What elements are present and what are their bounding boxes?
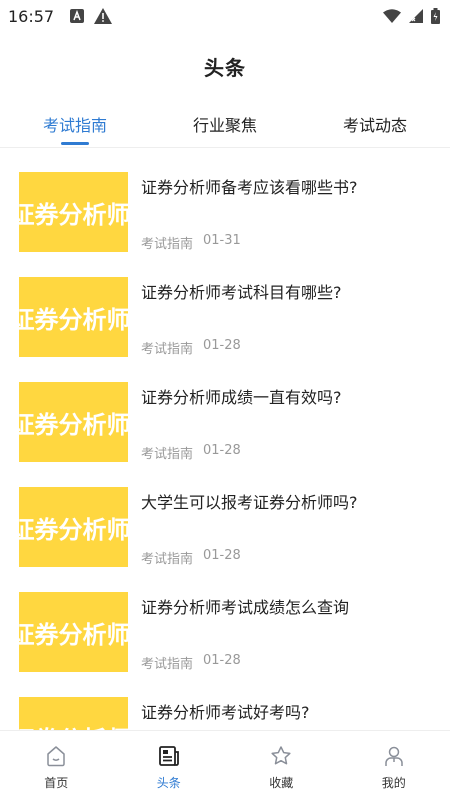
article-category: 考试指南 <box>141 342 194 357</box>
article-item[interactable]: 证券分析师 证券分析师成绩一直有效吗? 考试指南 01-28 <box>0 370 450 475</box>
wifi-icon <box>383 9 401 23</box>
star-icon <box>269 744 293 768</box>
article-date: 01-28 <box>203 653 241 668</box>
article-title: 大学生可以报考证券分析师吗? <box>141 493 358 512</box>
article-category: 考试指南 <box>141 657 194 672</box>
tab-label: 考试指南 <box>42 115 107 135</box>
home-icon <box>44 744 68 768</box>
article-category: 考试指南 <box>141 237 194 252</box>
tab-exam-guide[interactable]: 考试指南 <box>0 100 150 147</box>
article-title: 证券分析师考试科目有哪些? <box>141 283 342 302</box>
signal-icon <box>409 9 423 23</box>
thumbnail-text: 证券分析师 <box>19 720 128 731</box>
article-meta: 考试指南 01-28 <box>141 443 241 462</box>
article-date: 01-28 <box>203 338 241 353</box>
page-title: 头条 <box>204 55 246 80</box>
article-title: 证券分析师考试好考吗? <box>141 703 310 722</box>
nav-label: 首页 <box>44 776 69 790</box>
article-thumbnail: 证券分析师 <box>19 172 128 252</box>
article-category: 考试指南 <box>141 447 194 462</box>
article-item[interactable]: 证券分析师 大学生可以报考证券分析师吗? 考试指南 01-28 <box>0 475 450 580</box>
nav-label: 头条 <box>156 776 181 790</box>
font-a-icon <box>70 9 85 23</box>
article-thumbnail: 证券分析师 <box>19 277 128 357</box>
nav-home[interactable]: 首页 <box>0 731 113 800</box>
article-title: 证券分析师备考应该看哪些书? <box>141 178 358 197</box>
nav-profile[interactable]: 我的 <box>338 731 450 800</box>
thumbnail-text: 证券分析师 <box>19 200 128 229</box>
article-meta: 考试指南 01-31 <box>141 233 241 252</box>
article-thumbnail: 证券分析师 <box>19 697 128 730</box>
article-title: 证券分析师考试成绩怎么查询 <box>141 598 350 617</box>
status-time: 16:57 <box>8 6 55 26</box>
tab-industry-focus[interactable]: 行业聚焦 <box>150 100 300 147</box>
thumbnail-text: 证券分析师 <box>19 305 128 334</box>
article-category: 考试指南 <box>141 552 194 567</box>
user-icon <box>382 744 406 768</box>
news-icon <box>157 744 181 768</box>
article-meta: 考试指南 01-28 <box>141 548 241 567</box>
article-date: 01-31 <box>203 233 241 248</box>
tab-label: 行业聚焦 <box>192 115 257 135</box>
app-header: 头条 <box>0 32 450 100</box>
article-title: 证券分析师成绩一直有效吗? <box>141 388 342 407</box>
tab-exam-news[interactable]: 考试动态 <box>300 100 450 147</box>
article-item[interactable]: 证券分析师 证券分析师备考应该看哪些书? 考试指南 01-31 <box>0 160 450 265</box>
warning-icon <box>94 8 113 24</box>
article-date: 01-28 <box>203 443 241 458</box>
article-item[interactable]: 证券分析师 证券分析师考试科目有哪些? 考试指南 01-28 <box>0 265 450 370</box>
article-list[interactable]: 证券分析师 证券分析师备考应该看哪些书? 考试指南 01-31 证券分析师 证券… <box>0 160 450 730</box>
thumbnail-text: 证券分析师 <box>19 620 128 649</box>
tab-label: 考试动态 <box>342 115 407 135</box>
category-tabs: 考试指南 行业聚焦 考试动态 <box>0 100 450 148</box>
bottom-nav: 首页 头条 收藏 我的 <box>0 730 450 800</box>
nav-label: 收藏 <box>269 776 294 790</box>
article-meta: 考试指南 01-28 <box>141 338 241 357</box>
article-item[interactable]: 证券分析师 证券分析师考试成绩怎么查询 考试指南 01-28 <box>0 580 450 685</box>
status-bar: 16:57 <box>0 0 450 32</box>
nav-favorites[interactable]: 收藏 <box>225 731 338 800</box>
article-thumbnail: 证券分析师 <box>19 382 128 462</box>
article-thumbnail: 证券分析师 <box>19 592 128 672</box>
nav-news[interactable]: 头条 <box>113 731 226 800</box>
article-date: 01-28 <box>203 548 241 563</box>
article-item[interactable]: 证券分析师 证券分析师考试好考吗? <box>0 685 450 730</box>
active-tab-indicator <box>61 142 89 145</box>
thumbnail-text: 证券分析师 <box>19 410 128 439</box>
nav-label: 我的 <box>381 776 406 790</box>
battery-icon <box>431 8 440 24</box>
article-thumbnail: 证券分析师 <box>19 487 128 567</box>
thumbnail-text: 证券分析师 <box>19 515 128 544</box>
article-meta: 考试指南 01-28 <box>141 653 241 672</box>
